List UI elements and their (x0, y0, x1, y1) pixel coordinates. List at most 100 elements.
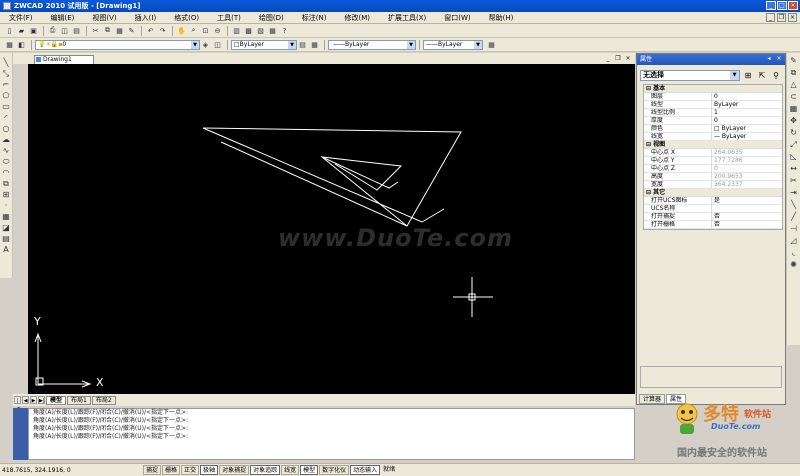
plot-style-icon[interactable]: ▦ (486, 39, 497, 50)
layer-dropdown[interactable]: 💡☀🔓▪ 0 ▼ (35, 39, 200, 50)
array-icon[interactable]: ▦ (788, 103, 799, 114)
triangle-polyline-middle[interactable] (220, 141, 408, 227)
tab-layout1[interactable]: 布局1 (67, 395, 91, 405)
new-file-icon[interactable]: ▯ (4, 25, 15, 36)
menu-help[interactable]: 帮助(H) (480, 13, 523, 23)
table-icon[interactable]: ▤ (1, 234, 11, 244)
ellipse-arc-icon[interactable]: ◠ (1, 168, 11, 178)
copy-object-icon[interactable]: ⧉ (788, 67, 799, 78)
break-icon[interactable]: ╱ (788, 211, 799, 222)
make-block-icon[interactable]: ⊞ (1, 190, 11, 200)
pan-icon[interactable]: ✋ (176, 25, 187, 36)
save-icon[interactable]: ▣ (28, 25, 39, 36)
property-row[interactable]: 厚度 0 (644, 117, 782, 125)
osnap-toggle[interactable]: 对象捕捉 (219, 465, 250, 475)
join-icon[interactable]: ⊣ (788, 223, 799, 234)
hatch-icon[interactable]: ▦ (1, 212, 11, 222)
property-row[interactable]: 线型 ByLayer (644, 101, 782, 109)
move-icon[interactable]: ✥ (788, 115, 799, 126)
mdi-minimize-icon[interactable]: _ (766, 13, 775, 22)
insert-block-icon[interactable]: ⧉ (1, 179, 11, 189)
polar-toggle[interactable]: 极轴 (200, 465, 219, 475)
menu-edit[interactable]: 编辑(E) (42, 13, 84, 23)
stretch-icon[interactable]: ◺ (788, 151, 799, 162)
property-row[interactable]: 线宽 — ByLayer (644, 133, 782, 141)
tool-palettes-icon[interactable]: ▧ (255, 25, 266, 36)
polygon-icon[interactable]: ⬠ (1, 91, 11, 101)
tab-calculator[interactable]: 计算器 (639, 394, 666, 404)
last-tab-icon[interactable]: ▶| (38, 396, 45, 404)
match-properties-icon[interactable]: ✎ (126, 25, 137, 36)
command-window-grip[interactable] (13, 408, 28, 460)
undo-icon[interactable]: ↶ (145, 25, 156, 36)
menu-ext-tools[interactable]: 扩展工具(X) (379, 13, 435, 23)
point-icon[interactable]: · (1, 201, 11, 211)
command-prompt-line[interactable]: 角度(A)/长度(L)/跟踪(F)/闭合(C)/撤消(U)/<指定下一点>: (29, 433, 634, 441)
line-icon[interactable]: ╲ (1, 58, 11, 68)
zoom-previous-icon[interactable]: ⊖ (212, 25, 223, 36)
snap-toggle[interactable]: 捕捉 (143, 465, 162, 475)
selection-dropdown[interactable]: 无选择 ▼ (640, 69, 740, 81)
triangle-polyline[interactable] (202, 127, 462, 227)
property-row[interactable]: 线型比例 1 (644, 109, 782, 117)
property-row[interactable]: 图层 0 (644, 93, 782, 101)
otrack-toggle[interactable]: 对象追踪 (250, 465, 281, 475)
menu-window[interactable]: 窗口(W) (435, 13, 479, 23)
property-row[interactable]: 宽度 364.2337 (644, 181, 782, 189)
scale-icon[interactable]: ⤢ (788, 139, 799, 150)
tab-layout2[interactable]: 布局2 (91, 395, 116, 405)
calculator-icon[interactable]: ▦ (267, 25, 278, 36)
print-icon[interactable]: ⎙ (47, 25, 58, 36)
doc-minimize-icon[interactable]: _ (604, 55, 612, 63)
mdi-restore-icon[interactable]: ❐ (777, 13, 786, 22)
toggle-pickadd-icon[interactable]: ⊞ (742, 70, 754, 81)
property-row[interactable]: 高度 200.9653 (644, 173, 782, 181)
zoom-window-icon[interactable]: ⊡ (200, 25, 211, 36)
property-row[interactable]: 打开栅格否 (644, 221, 782, 229)
spline-icon[interactable]: ∿ (1, 146, 11, 156)
design-center-icon[interactable]: ▩ (243, 25, 254, 36)
menu-file[interactable]: 文件(F) (0, 13, 42, 23)
menu-draw[interactable]: 绘图(D) (250, 13, 293, 23)
property-row[interactable]: 中心点 Y 177.7286 (644, 157, 782, 165)
property-row[interactable]: 颜色 □ ByLayer (644, 125, 782, 133)
property-row[interactable]: 打开捕捉否 (644, 213, 782, 221)
trim-icon[interactable]: ✂ (788, 175, 799, 186)
break-point-icon[interactable]: ╲ (788, 199, 799, 210)
offset-icon[interactable]: ⊂ (788, 91, 799, 102)
polyline-icon[interactable]: ⌐ (1, 80, 11, 90)
mirror-icon[interactable]: △ (788, 79, 799, 90)
dynamic-input-toggle[interactable]: 动态输入 (350, 465, 381, 475)
next-tab-icon[interactable]: ▶ (30, 396, 37, 404)
mtext-icon[interactable]: A (1, 245, 11, 255)
region-icon[interactable]: ◪ (1, 223, 11, 233)
explode-icon[interactable]: ✺ (788, 259, 799, 270)
minimize-icon[interactable]: _ (766, 1, 776, 10)
quick-select-icon[interactable]: ⚲ (770, 70, 782, 81)
triangle-polyline-outer[interactable] (202, 127, 445, 223)
menu-view[interactable]: 视图(V) (83, 13, 125, 23)
ellipse-icon[interactable]: ⬭ (1, 157, 11, 167)
model-toggle[interactable]: 模型 (300, 465, 319, 475)
property-row[interactable]: 中心点 X 264.0635 (644, 149, 782, 157)
menu-format[interactable]: 格式(O) (165, 13, 208, 23)
category-misc[interactable]: ⊟ 其它 (644, 189, 782, 197)
doc-close-icon[interactable]: × (624, 55, 632, 63)
erase-icon[interactable]: ✎ (788, 55, 799, 66)
color-picker-icon[interactable]: ▤ (297, 39, 308, 50)
category-view[interactable]: ⊟ 视图 (644, 141, 782, 149)
redo-icon[interactable]: ↷ (157, 25, 168, 36)
menu-insert[interactable]: 插入(I) (126, 13, 166, 23)
color-dropdown[interactable]: □ ByLayer ▼ (231, 39, 297, 50)
auto-hide-icon[interactable]: ◂ (765, 55, 773, 63)
command-window[interactable]: 角度(A)/长度(L)/跟踪(F)/闭合(C)/撤消(U)/<指定下一点>: 角… (28, 408, 635, 460)
ortho-toggle[interactable]: 正交 (181, 465, 200, 475)
layer-previous-icon[interactable]: ◧ (16, 39, 27, 50)
lineweight-toggle[interactable]: 线宽 (281, 465, 300, 475)
paste-icon[interactable]: ▦ (114, 25, 125, 36)
cut-icon[interactable]: ✂ (90, 25, 101, 36)
tab-model[interactable]: 模型 (46, 395, 67, 405)
circle-icon[interactable]: ○ (1, 124, 11, 134)
prev-tab-icon[interactable]: ◀ (22, 396, 29, 404)
make-current-layer-icon[interactable]: ◈ (200, 39, 211, 50)
